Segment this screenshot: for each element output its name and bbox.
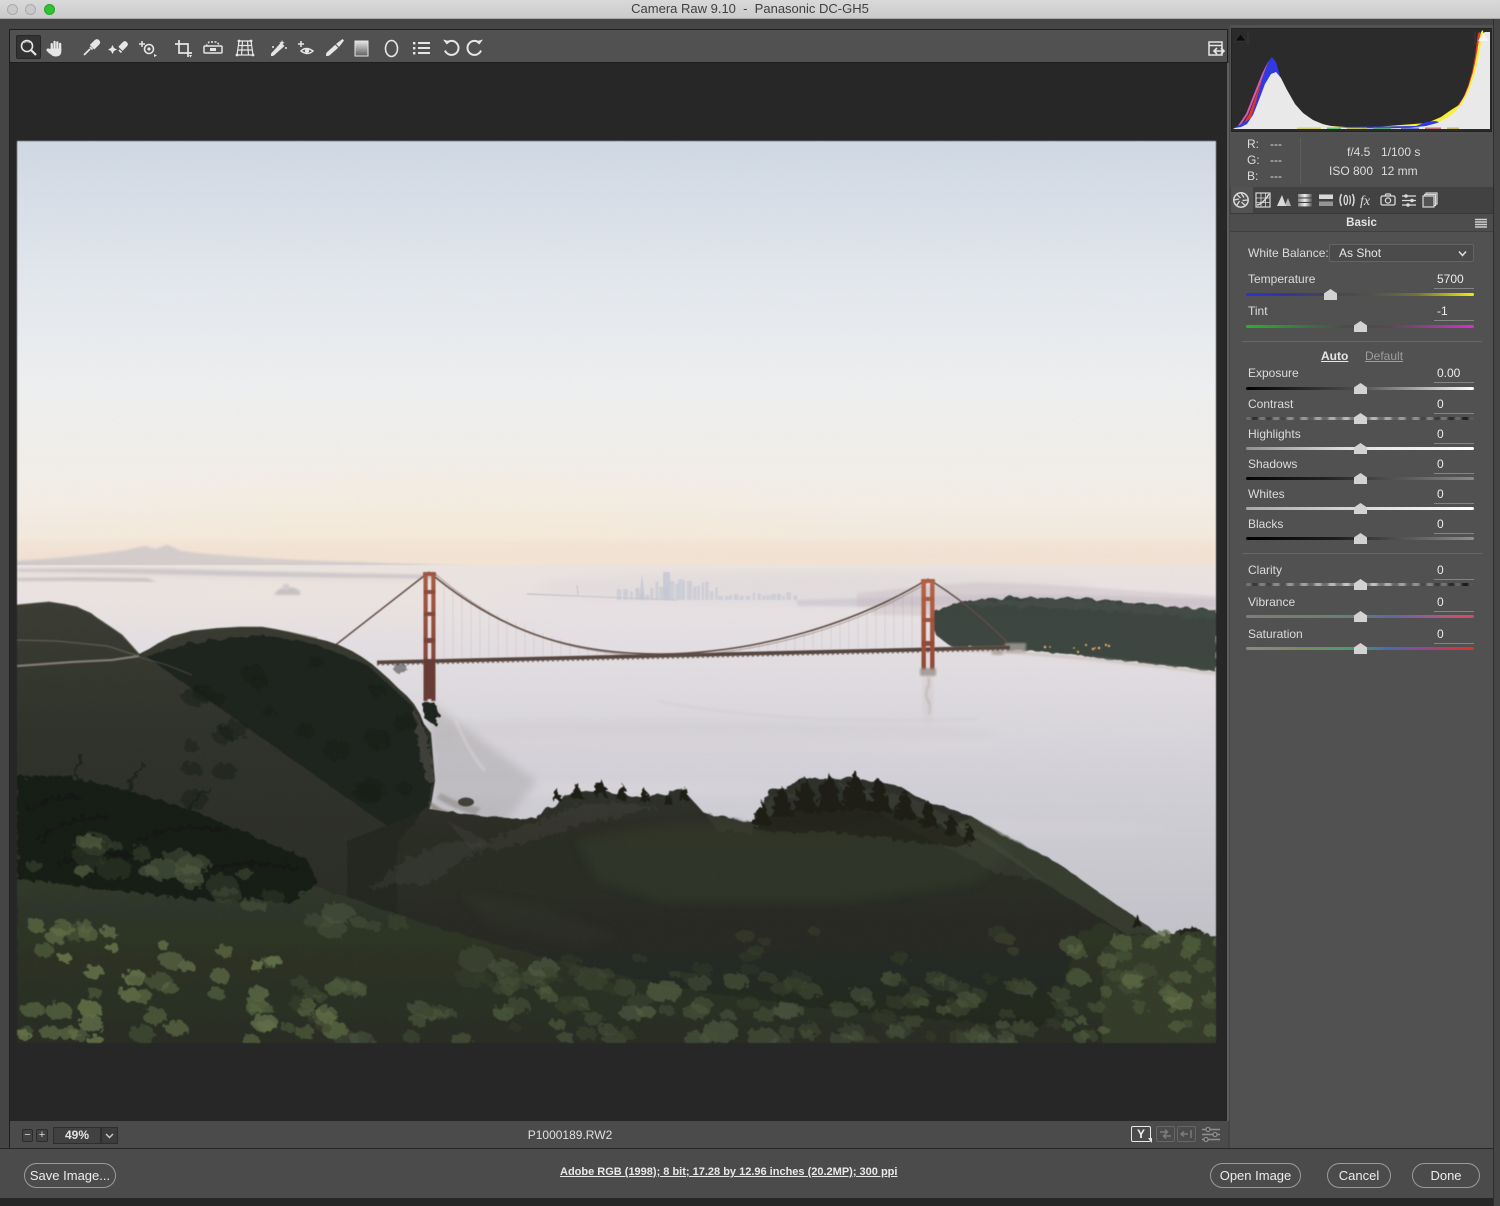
svg-text:fx: fx bbox=[1360, 194, 1371, 209]
